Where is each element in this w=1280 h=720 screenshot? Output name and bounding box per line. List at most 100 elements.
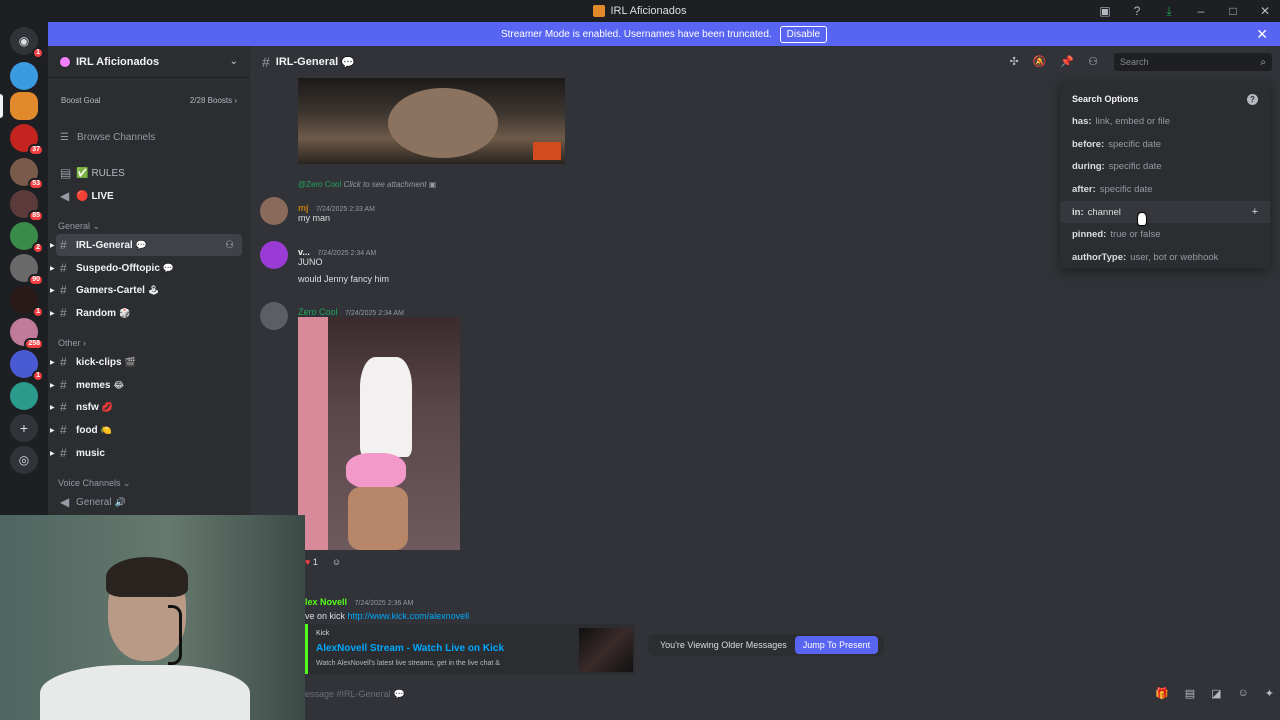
- voice-channel-general[interactable]: ◀ General 🔊: [56, 491, 242, 513]
- channel-irl-general[interactable]: ▶ # IRL-General 💬 ⚇: [50, 234, 242, 256]
- category-other[interactable]: Other ›: [58, 338, 86, 348]
- server-icon[interactable]: 258: [10, 318, 44, 350]
- discover-icon[interactable]: ◎: [10, 446, 38, 474]
- image-attachment[interactable]: [298, 78, 565, 164]
- guild-header[interactable]: IRL Aficionados ⌄: [48, 46, 250, 78]
- search-option-during[interactable]: during: specific date: [1072, 155, 1258, 178]
- invite-icon[interactable]: ⚇: [225, 240, 234, 251]
- server-badge: 37: [28, 144, 44, 156]
- hash-icon: #: [60, 355, 67, 369]
- channel-kick-clips[interactable]: ▶ # kick-clips 🎬: [50, 351, 242, 373]
- add-reaction-icon[interactable]: ☺: [332, 557, 341, 567]
- channel-random[interactable]: ▶ # Random 🎲: [50, 302, 242, 324]
- apps-icon[interactable]: ✦: [1265, 687, 1274, 700]
- embed-thumbnail[interactable]: [579, 628, 633, 672]
- plus-icon[interactable]: +: [1252, 206, 1258, 218]
- unread-arrow-icon: ▶: [50, 242, 55, 249]
- server-badge: 258: [24, 338, 44, 350]
- gift-icon[interactable]: 🎁: [1155, 687, 1169, 700]
- message-link[interactable]: http://www.kick.com/alexnovell: [348, 611, 470, 621]
- category-general[interactable]: General ⌄: [58, 221, 100, 232]
- help-icon[interactable]: ?: [1247, 93, 1258, 105]
- sticker-icon[interactable]: ◪: [1211, 687, 1221, 700]
- avatar[interactable]: [260, 197, 288, 225]
- channel-name: memes: [76, 379, 111, 391]
- server-icon[interactable]: 85: [10, 190, 44, 222]
- server-icon[interactable]: [10, 382, 38, 410]
- timestamp: 7/24/2025 2:34 AM: [345, 310, 404, 317]
- username[interactable]: v...: [298, 247, 310, 257]
- add-server-icon[interactable]: +: [10, 414, 38, 442]
- server-icon-active[interactable]: [10, 92, 38, 120]
- username[interactable]: lex Novell: [305, 597, 347, 607]
- search-option-has[interactable]: has: link, embed or file: [1072, 110, 1258, 133]
- channel-memes[interactable]: ▶ # memes 😂: [50, 374, 242, 396]
- reaction[interactable]: ♥ 1: [305, 557, 318, 567]
- threads-icon[interactable]: ✣: [1010, 55, 1019, 68]
- guild-boost-icon: [60, 56, 70, 67]
- inbox-icon[interactable]: ▣: [1098, 4, 1112, 18]
- server-icon[interactable]: 53: [10, 158, 44, 190]
- channel-food[interactable]: ▶ # food 🍋: [50, 419, 242, 441]
- titlebar-controls: ▣ ? ⤓ – □ ✕: [1098, 0, 1272, 22]
- channel-gamers-cartel[interactable]: ▶ # Gamers-Cartel 🕹: [50, 279, 242, 301]
- reply-reference[interactable]: @Zero Cool Click to see attachment ▣: [298, 180, 436, 189]
- server-icon[interactable]: 2: [10, 222, 44, 254]
- search-option-authortype[interactable]: authorType: user, bot or webhook: [1072, 246, 1258, 269]
- member-list-icon[interactable]: ⚇: [1088, 55, 1098, 68]
- jump-to-present-button[interactable]: Jump To Present: [794, 636, 879, 654]
- reaction-count: 1: [312, 557, 318, 567]
- search-options-popup: Search Options ? has: link, embed or file…: [1060, 80, 1270, 268]
- channel-rules[interactable]: ▤ ✅ RULES: [56, 162, 242, 184]
- server-icon[interactable]: 1: [10, 286, 44, 318]
- search-option-pinned[interactable]: pinned: true or false: [1072, 223, 1258, 246]
- channel-music[interactable]: ▶ # music: [50, 442, 242, 464]
- browse-channels-icon: ☰: [60, 131, 69, 143]
- photo-attachment[interactable]: [298, 317, 460, 550]
- search-option-after[interactable]: after: specific date: [1072, 178, 1258, 201]
- category-voice[interactable]: Voice Channels ⌄: [58, 478, 131, 489]
- server-icon[interactable]: 1: [10, 350, 44, 382]
- help-icon[interactable]: ?: [1130, 4, 1144, 18]
- emoji-icon[interactable]: ☺: [1238, 687, 1249, 700]
- disable-streamer-mode-button[interactable]: Disable: [779, 25, 828, 43]
- username[interactable]: mj: [298, 203, 309, 213]
- search-option-before[interactable]: before: specific date: [1072, 133, 1258, 156]
- server-icon[interactable]: 90: [10, 254, 44, 286]
- message-input[interactable]: essage #IRL-General 💬: [305, 686, 1275, 702]
- heart-icon: ♥: [305, 557, 311, 567]
- window-title-text: IRL Aficionados: [610, 5, 687, 17]
- close-window-icon[interactable]: ✕: [1258, 4, 1272, 18]
- pin-icon[interactable]: 📌: [1060, 55, 1074, 68]
- username[interactable]: Zero Cool: [298, 307, 338, 317]
- search-option-in[interactable]: in: channel +: [1060, 200, 1270, 224]
- hash-icon: #: [60, 423, 67, 437]
- channel-live[interactable]: ◀ 🔴 LIVE: [56, 185, 242, 207]
- minimize-icon[interactable]: –: [1194, 4, 1208, 18]
- channel-nsfw[interactable]: ▶ # nsfw 💋: [50, 396, 242, 418]
- download-icon[interactable]: ⤓: [1162, 4, 1176, 19]
- webcam-person: [106, 557, 188, 597]
- search-input[interactable]: Search ⌕: [1114, 53, 1272, 71]
- mouse-cursor-icon: [1137, 212, 1147, 226]
- channel-emoji: 😂: [113, 379, 124, 390]
- close-banner-icon[interactable]: ✕: [1256, 26, 1268, 43]
- server-icon[interactable]: 37: [10, 124, 44, 156]
- avatar[interactable]: [260, 302, 288, 330]
- reply-user: @Zero Cool: [298, 180, 342, 189]
- notification-bell-icon[interactable]: 🔕: [1033, 55, 1047, 68]
- home-icon[interactable]: ◉ 1: [10, 27, 44, 59]
- server-badge: 90: [28, 274, 44, 286]
- channel-name: Gamers-Cartel: [76, 284, 145, 296]
- server-icon[interactable]: [10, 62, 38, 90]
- message-placeholder: essage #IRL-General: [305, 689, 391, 699]
- hash-icon: #: [60, 400, 67, 414]
- channel-suspedo-offtopic[interactable]: ▶ # Suspedo-Offtopic 💬: [50, 257, 242, 279]
- server-badge: 1: [32, 306, 44, 318]
- browse-channels[interactable]: ☰ Browse Channels: [56, 124, 242, 150]
- maximize-icon[interactable]: □: [1226, 4, 1240, 18]
- avatar[interactable]: [260, 241, 288, 269]
- channel-title: IRL-General: [275, 56, 339, 68]
- gif-icon[interactable]: ▤: [1185, 687, 1195, 700]
- boost-goal[interactable]: Boost Goal 2/28 Boosts ›: [56, 88, 242, 112]
